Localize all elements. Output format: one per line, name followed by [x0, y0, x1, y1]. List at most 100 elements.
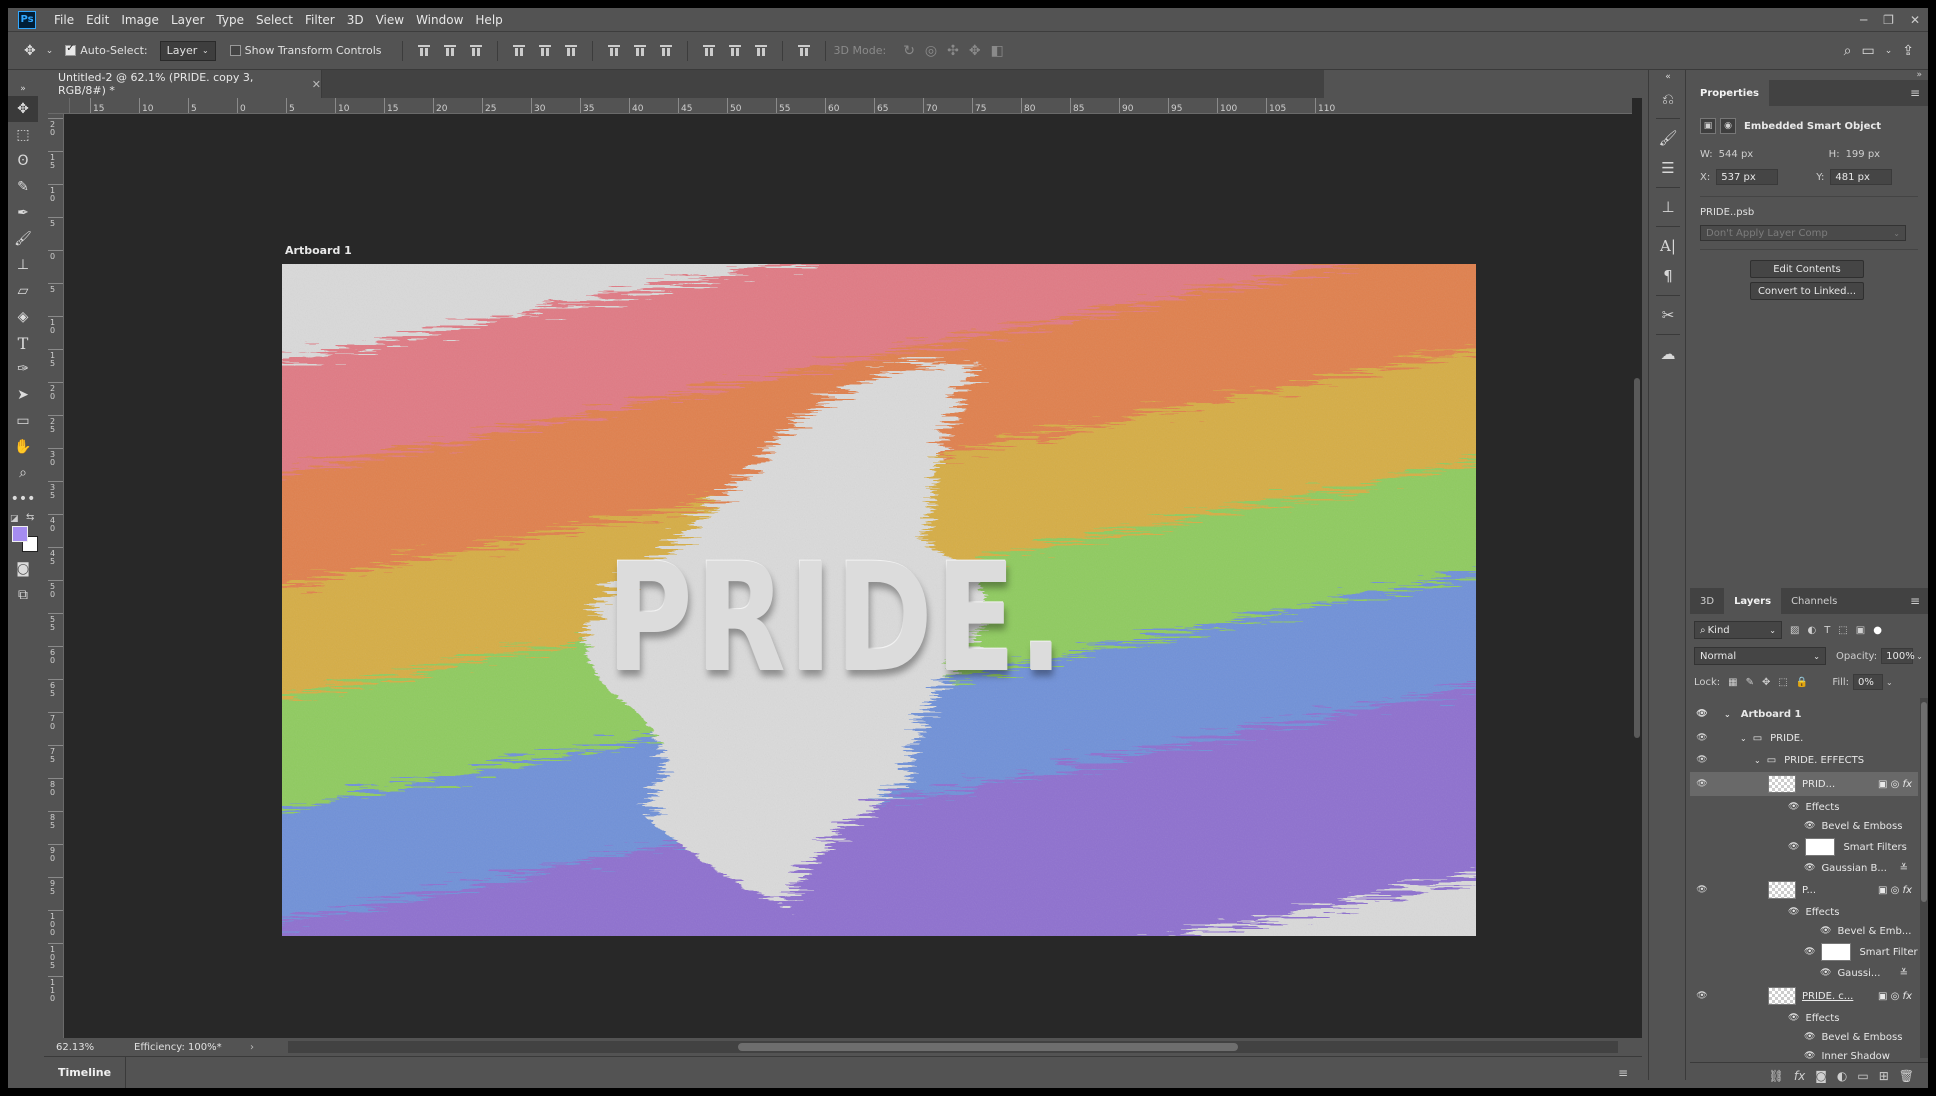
layer-row-selected[interactable]: 👁 PRID... ▣ ◎ fx: [1690, 772, 1918, 796]
link-layers-icon[interactable]: ⛓: [1769, 1069, 1784, 1083]
workspace-icon[interactable]: ▭: [1861, 43, 1874, 59]
menu-view[interactable]: View: [370, 8, 410, 32]
distribute-bottom-icon[interactable]: [659, 44, 673, 58]
visibility-eye-icon[interactable]: 👁: [1690, 709, 1714, 719]
menu-image[interactable]: Image: [115, 8, 165, 32]
visibility-eye-icon[interactable]: 👁: [1804, 1032, 1815, 1042]
smart-filters-row[interactable]: 👁 Smart Filter: [1690, 941, 1918, 963]
zoom-level[interactable]: 62.13%: [44, 1042, 94, 1053]
panel-menu-icon[interactable]: ≡: [1910, 86, 1920, 100]
move-tool-icon[interactable]: ✥: [24, 43, 36, 59]
panel-menu-icon[interactable]: ≡: [1910, 594, 1920, 608]
visibility-eye-icon[interactable]: 👁: [1788, 1013, 1799, 1023]
chevron-down-icon[interactable]: ⌄: [1754, 756, 1761, 765]
lock-artboard-icon[interactable]: ⬚: [1778, 677, 1787, 688]
tab-layers[interactable]: Layers: [1724, 588, 1782, 614]
distribute-top-icon[interactable]: [607, 44, 621, 58]
convert-to-linked-button[interactable]: Convert to Linked...: [1750, 282, 1864, 300]
3d-scale-icon[interactable]: ◧: [991, 43, 1004, 59]
timeline-tab[interactable]: Timeline: [44, 1056, 127, 1089]
visibility-eye-icon[interactable]: 👁: [1690, 733, 1714, 743]
menu-help[interactable]: Help: [469, 8, 508, 32]
chevron-down-icon[interactable]: ⌄: [1740, 734, 1747, 743]
align-left-icon[interactable]: [512, 44, 526, 58]
filter-type-icon[interactable]: T: [1824, 625, 1830, 636]
distribute-vcenter-icon[interactable]: [633, 44, 647, 58]
filter-pixel-icon[interactable]: ▨: [1790, 625, 1799, 636]
opacity-chevron-icon[interactable]: ⌄: [1916, 652, 1923, 661]
scroll-thumb[interactable]: [1634, 378, 1640, 738]
3d-orbit-icon[interactable]: ↻: [903, 43, 915, 59]
menu-select[interactable]: Select: [250, 8, 299, 32]
quick-select-tool-icon[interactable]: ✎: [8, 174, 38, 200]
close-icon[interactable]: ✕: [312, 78, 321, 91]
visibility-eye-icon[interactable]: 👁: [1804, 863, 1815, 873]
layer-row[interactable]: 👁 P... ▣ ◎ fx: [1690, 878, 1918, 902]
tab-3d[interactable]: 3D: [1690, 588, 1724, 614]
tool-presets-icon[interactable]: ✂: [1649, 300, 1687, 330]
distribute-left-icon[interactable]: [702, 44, 716, 58]
3d-roll-icon[interactable]: ◎: [925, 43, 937, 59]
delete-layer-icon[interactable]: 🗑: [1899, 1069, 1914, 1083]
width-value[interactable]: 544 px: [1719, 149, 1791, 160]
libraries-icon[interactable]: ☁: [1649, 339, 1687, 369]
auto-select-checkbox[interactable]: [65, 43, 77, 56]
visibility-eye-icon[interactable]: 👁: [1788, 842, 1799, 852]
artboard[interactable]: PRIDE.: [282, 264, 1476, 936]
paragraph-icon[interactable]: ¶: [1649, 261, 1687, 291]
tab-properties[interactable]: Properties: [1690, 80, 1769, 106]
filter-options-icon[interactable]: ≚: [1900, 968, 1908, 979]
foreground-color-swatch[interactable]: [12, 526, 28, 542]
document-tab[interactable]: Untitled-2 @ 62.1% (PRIDE. copy 3, RGB/8…: [44, 70, 322, 98]
paint-bucket-tool-icon[interactable]: ◈: [8, 304, 38, 330]
effect-row[interactable]: 👁 Bevel & Emboss: [1690, 1028, 1918, 1046]
minimize-icon[interactable]: ─: [1860, 13, 1867, 27]
default-colors-icon[interactable]: ◪: [10, 514, 19, 524]
visibility-eye-icon[interactable]: 👁: [1690, 885, 1714, 895]
visibility-eye-icon[interactable]: 👁: [1804, 1051, 1815, 1061]
brush-settings-icon[interactable]: 🖌: [1649, 123, 1687, 153]
auto-align-icon[interactable]: [797, 44, 811, 58]
effects-row[interactable]: 👁 Effects: [1690, 903, 1918, 921]
panel-collapse-icon[interactable]: »: [8, 82, 38, 96]
marquee-tool-icon[interactable]: ⬚: [8, 122, 38, 148]
filter-row[interactable]: 👁 Gaussian B... ≚: [1690, 859, 1918, 877]
filter-row[interactable]: 👁 Gaussi... ≚: [1690, 964, 1918, 982]
align-bottom-icon[interactable]: [469, 44, 483, 58]
layer-row-artboard[interactable]: 👁 ⌄ Artboard 1: [1690, 704, 1918, 724]
lasso-tool-icon[interactable]: ʘ: [8, 148, 38, 174]
pen-tool-icon[interactable]: ✑: [8, 356, 38, 382]
history-icon[interactable]: ⎌: [1649, 84, 1687, 114]
ruler-origin[interactable]: [48, 98, 70, 114]
add-mask-icon[interactable]: ◙: [1815, 1069, 1827, 1083]
smart-object-icon[interactable]: ▣: [1700, 118, 1716, 134]
visibility-eye-icon[interactable]: 👁: [1690, 991, 1714, 1001]
effects-row[interactable]: 👁 Effects: [1690, 798, 1918, 816]
canvas-vertical-scrollbar[interactable]: [1632, 98, 1642, 1038]
tab-channels[interactable]: Channels: [1781, 588, 1847, 614]
artboard-label[interactable]: Artboard 1: [285, 244, 352, 257]
filter-adjustment-icon[interactable]: ◐: [1807, 625, 1816, 636]
visibility-eye-icon[interactable]: 👁: [1820, 926, 1831, 936]
visibility-eye-icon[interactable]: 👁: [1804, 947, 1815, 957]
mask-icon[interactable]: ◉: [1720, 118, 1736, 134]
distribute-hcenter-icon[interactable]: [728, 44, 742, 58]
adjustments-icon[interactable]: ☰: [1649, 153, 1687, 183]
lock-image-icon[interactable]: ✎: [1746, 677, 1754, 688]
visibility-eye-icon[interactable]: 👁: [1804, 821, 1815, 831]
chevron-down-icon[interactable]: ⌄: [1724, 710, 1731, 719]
new-layer-icon[interactable]: ⊞: [1879, 1069, 1889, 1083]
fx-icon[interactable]: ▣ ◎ fx: [1878, 885, 1912, 896]
quick-mask-icon[interactable]: ◙: [8, 556, 38, 582]
effect-row[interactable]: 👁 Bevel & Emboss: [1690, 817, 1918, 835]
menu-file[interactable]: File: [48, 8, 80, 32]
eraser-tool-icon[interactable]: ▱: [8, 278, 38, 304]
3d-slide-icon[interactable]: ✥: [969, 43, 981, 59]
move-tool-icon[interactable]: ✥: [8, 96, 38, 122]
menu-3d[interactable]: 3D: [341, 8, 370, 32]
filter-options-icon[interactable]: ≚: [1900, 863, 1908, 874]
align-horizontal-center-icon[interactable]: [538, 44, 552, 58]
panel-expand-icon[interactable]: »: [1690, 70, 1928, 80]
tool-preset-chevron-icon[interactable]: ⌄: [46, 46, 54, 56]
align-right-icon[interactable]: [564, 44, 578, 58]
